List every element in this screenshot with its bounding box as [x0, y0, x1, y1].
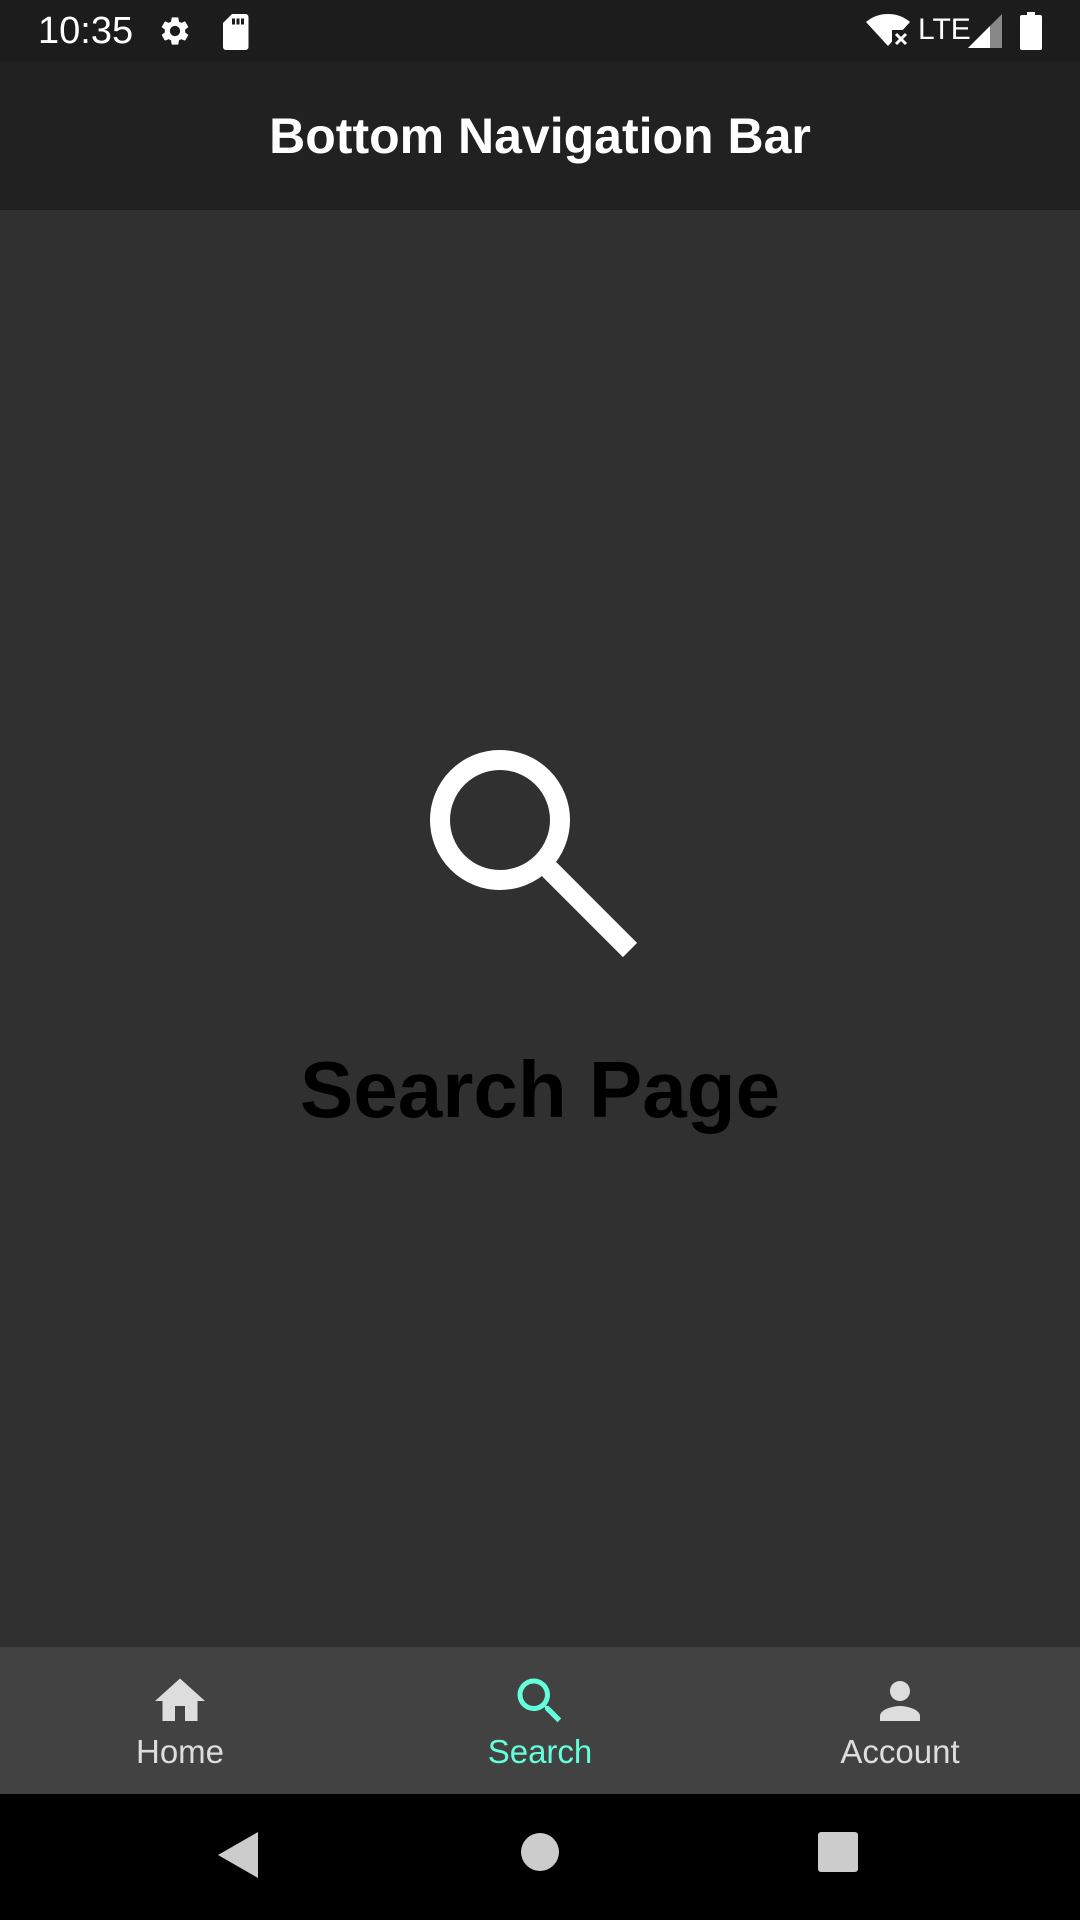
app-bar: Bottom Navigation Bar — [0, 62, 1080, 210]
gear-icon — [161, 17, 189, 45]
main-content: Search Page — [0, 210, 1080, 1647]
search-icon — [430, 750, 638, 958]
app-bar-title: Bottom Navigation Bar — [269, 108, 811, 164]
wifi-off-icon — [866, 14, 910, 48]
search-icon — [517, 1678, 562, 1723]
status-bar: 10:35 LTE — [0, 0, 1080, 62]
network-type-label: LTE — [918, 13, 971, 46]
sd-card-icon — [223, 14, 249, 50]
nav-label-home: Home — [135, 1733, 225, 1770]
page-heading: Search Page — [299, 1045, 781, 1134]
nav-item-home[interactable]: Home — [0, 1647, 360, 1794]
nav-item-search[interactable]: Search — [360, 1647, 720, 1794]
status-time: 10:35 — [38, 10, 134, 52]
signal-icon — [968, 14, 1002, 48]
system-navigation-bar — [0, 1794, 1080, 1920]
home-icon — [155, 1678, 205, 1721]
nav-item-account[interactable]: Account — [720, 1647, 1080, 1794]
app-screen: 10:35 LTE Bottom Navigation Bar Search P… — [0, 0, 1080, 1920]
person-icon — [880, 1681, 920, 1721]
recents-icon[interactable] — [818, 1832, 858, 1872]
battery-icon — [1020, 12, 1042, 50]
bottom-navigation-bar: Home Search Account — [0, 1647, 1080, 1794]
home-circle-icon[interactable] — [520, 1832, 560, 1872]
back-icon[interactable] — [218, 1832, 258, 1878]
nav-label-account: Account — [840, 1733, 960, 1770]
nav-label-search: Search — [487, 1733, 593, 1770]
